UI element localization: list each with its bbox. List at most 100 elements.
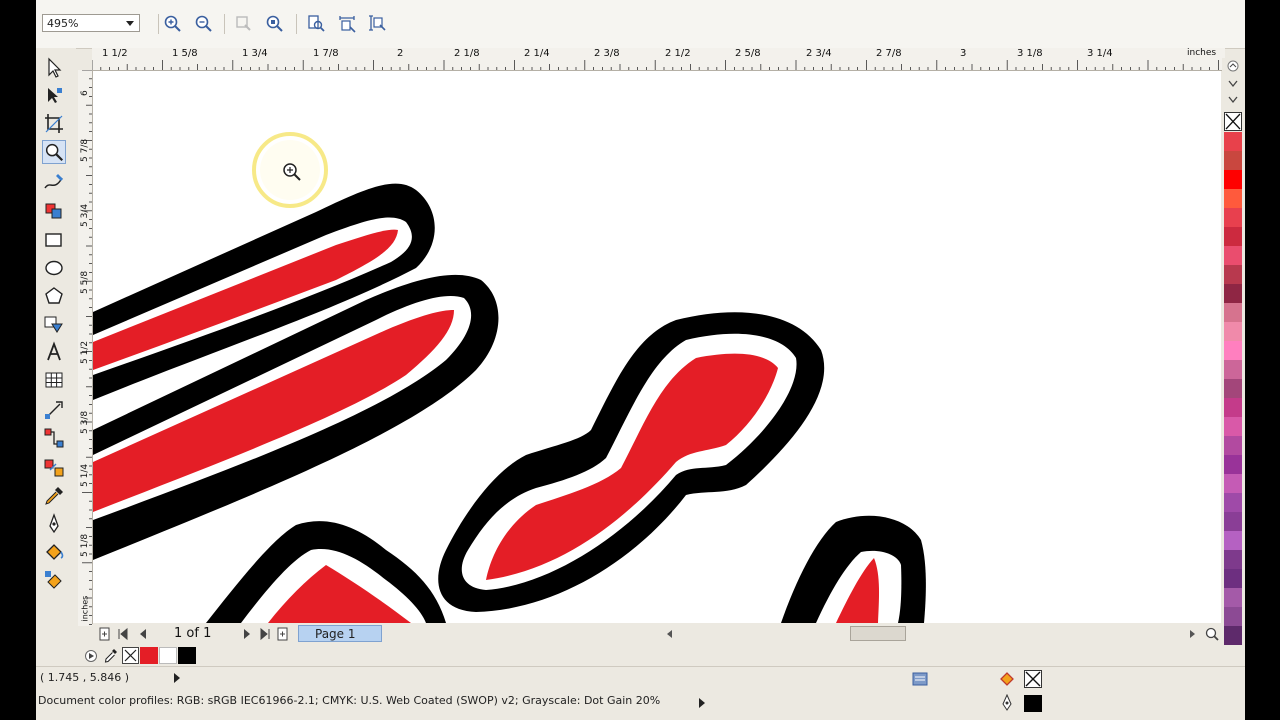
palette-swatch[interactable] xyxy=(1224,322,1242,341)
no-color-swatch[interactable] xyxy=(122,647,139,664)
zoom-to-selected-icon[interactable] xyxy=(234,14,254,34)
scroll-right-icon[interactable] xyxy=(1186,628,1198,640)
palette-swatch[interactable] xyxy=(1224,607,1242,626)
ruler-label: 2 1/2 xyxy=(665,48,691,59)
ruler-label: 5 7/8 xyxy=(80,138,90,162)
scroll-left-icon[interactable] xyxy=(664,628,676,640)
zoom-out-icon[interactable] xyxy=(194,14,214,34)
fill-indicator-icon[interactable] xyxy=(998,670,1016,688)
palette-swatch[interactable] xyxy=(1224,341,1242,360)
palette-swatch[interactable] xyxy=(1224,436,1242,455)
zoom-to-page-icon[interactable] xyxy=(307,14,327,34)
palette-swatch[interactable] xyxy=(1224,398,1242,417)
palette-flyout-icon[interactable] xyxy=(1226,78,1240,90)
horizontal-scrollbar[interactable] xyxy=(664,625,1225,643)
palette-swatch[interactable] xyxy=(1224,360,1242,379)
freehand-tool-icon[interactable] xyxy=(42,170,66,194)
palette-swatch[interactable] xyxy=(1224,550,1242,569)
palette-swatch[interactable] xyxy=(1224,170,1242,189)
ruler-label: 3 1/8 xyxy=(1017,48,1043,59)
last-page-icon[interactable] xyxy=(258,627,272,641)
horizontal-ruler[interactable]: 1 1/2 1 5/8 1 3/4 1 7/8 2 2 1/8 2 1/4 2 … xyxy=(92,48,1225,71)
add-page-after-icon[interactable] xyxy=(276,627,290,641)
navigator-zoom-icon[interactable] xyxy=(1204,626,1220,642)
palette-swatch[interactable] xyxy=(1224,227,1242,246)
palette-scroll-up-icon[interactable] xyxy=(1226,60,1240,72)
palette-swatch[interactable] xyxy=(1224,531,1242,550)
palette-swatch[interactable] xyxy=(1224,417,1242,436)
basic-shapes-icon[interactable] xyxy=(42,312,66,336)
smart-fill-icon[interactable] xyxy=(42,198,66,222)
zoom-level-dropdown[interactable]: 495% xyxy=(42,14,140,32)
rectangle-tool-icon[interactable] xyxy=(42,228,66,252)
zoom-to-all-objects-icon[interactable] xyxy=(265,14,285,34)
palette-swatch[interactable] xyxy=(1224,208,1242,227)
palette-swatch[interactable] xyxy=(1224,151,1242,170)
palette-swatch[interactable] xyxy=(1224,474,1242,493)
palette-swatch[interactable] xyxy=(1224,455,1242,474)
outline-tool-icon[interactable] xyxy=(42,512,66,536)
color-profiles-arrow-icon[interactable] xyxy=(697,697,707,709)
palette-swatch[interactable] xyxy=(1224,626,1242,645)
outline-color-swatch[interactable] xyxy=(1024,695,1042,712)
palette-swatch[interactable] xyxy=(1224,569,1242,588)
table-tool-icon[interactable] xyxy=(42,368,66,392)
red-swatch[interactable] xyxy=(140,647,158,664)
palette-scroll-down-icon[interactable] xyxy=(1226,94,1240,106)
ruler-label: 3 xyxy=(960,48,967,59)
horizontal-scroll-thumb[interactable] xyxy=(850,626,906,641)
zoom-tool-button[interactable] xyxy=(42,140,66,164)
text-tool-icon[interactable] xyxy=(42,340,66,364)
ruler-label: 2 1/8 xyxy=(454,48,480,59)
palette-swatch[interactable] xyxy=(1224,284,1242,303)
zoom-level-value: 495% xyxy=(47,17,79,30)
tab-page-1[interactable]: Page 1 xyxy=(298,625,382,642)
ruler-label: 2 7/8 xyxy=(876,48,902,59)
interactive-fill-icon[interactable] xyxy=(42,568,66,592)
zoom-in-icon[interactable] xyxy=(163,14,183,34)
previous-page-icon[interactable] xyxy=(136,627,150,641)
screen-edge xyxy=(1245,0,1280,720)
ruler-label: 5 1/8 xyxy=(80,533,90,557)
zoom-to-page-width-icon[interactable] xyxy=(338,14,358,34)
zoom-to-page-height-icon[interactable] xyxy=(367,14,387,34)
palette-swatch[interactable] xyxy=(1224,265,1242,284)
dimension-tool-icon[interactable] xyxy=(42,398,66,422)
fill-tool-icon[interactable] xyxy=(42,540,66,564)
connector-tool-icon[interactable] xyxy=(42,426,66,450)
status-bar: ( 1.745 , 5.846 ) Document color profile… xyxy=(36,666,1245,720)
white-swatch[interactable] xyxy=(159,647,177,664)
palette-swatch[interactable] xyxy=(1224,246,1242,265)
fill-none-swatch[interactable] xyxy=(1024,670,1042,688)
palette-swatch[interactable] xyxy=(1224,588,1242,607)
ruler-label: 2 3/8 xyxy=(594,48,620,59)
interactive-blend-icon[interactable] xyxy=(42,456,66,480)
palette-swatch[interactable] xyxy=(1224,189,1242,208)
ellipse-tool-icon[interactable] xyxy=(42,256,66,280)
palette-swatch[interactable] xyxy=(1224,512,1242,531)
palette-swatch[interactable] xyxy=(1224,303,1242,322)
outline-pen-indicator-icon[interactable] xyxy=(1000,694,1014,712)
expand-status-icon[interactable] xyxy=(172,672,182,684)
eyedropper-tool-icon[interactable] xyxy=(42,484,66,508)
ruler-label: 2 xyxy=(397,48,404,59)
palette-swatch[interactable] xyxy=(1224,493,1242,512)
shape-tool-icon[interactable] xyxy=(42,84,66,108)
pick-tool-icon[interactable] xyxy=(42,56,66,80)
add-page-before-icon[interactable] xyxy=(98,627,112,641)
vertical-ruler[interactable]: 6 5 7/8 5 3/4 5 5/8 5 1/2 5 3/8 5 1/4 5 … xyxy=(78,70,93,626)
zoom-tool-icon xyxy=(45,143,64,162)
polygon-tool-icon[interactable] xyxy=(42,284,66,308)
palette-options-icon[interactable] xyxy=(84,649,98,663)
object-details-icon[interactable] xyxy=(912,672,928,686)
palette-swatch[interactable] xyxy=(1224,379,1242,398)
palette-swatch[interactable] xyxy=(1224,132,1242,151)
eyedropper-icon[interactable] xyxy=(104,648,118,664)
black-swatch[interactable] xyxy=(178,647,196,664)
first-page-icon[interactable] xyxy=(116,627,130,641)
drawing-canvas[interactable] xyxy=(93,71,1221,623)
palette-no-color-swatch[interactable] xyxy=(1224,112,1242,131)
no-fill-icon xyxy=(1025,671,1041,687)
crop-tool-icon[interactable] xyxy=(42,112,66,136)
next-page-icon[interactable] xyxy=(240,627,254,641)
